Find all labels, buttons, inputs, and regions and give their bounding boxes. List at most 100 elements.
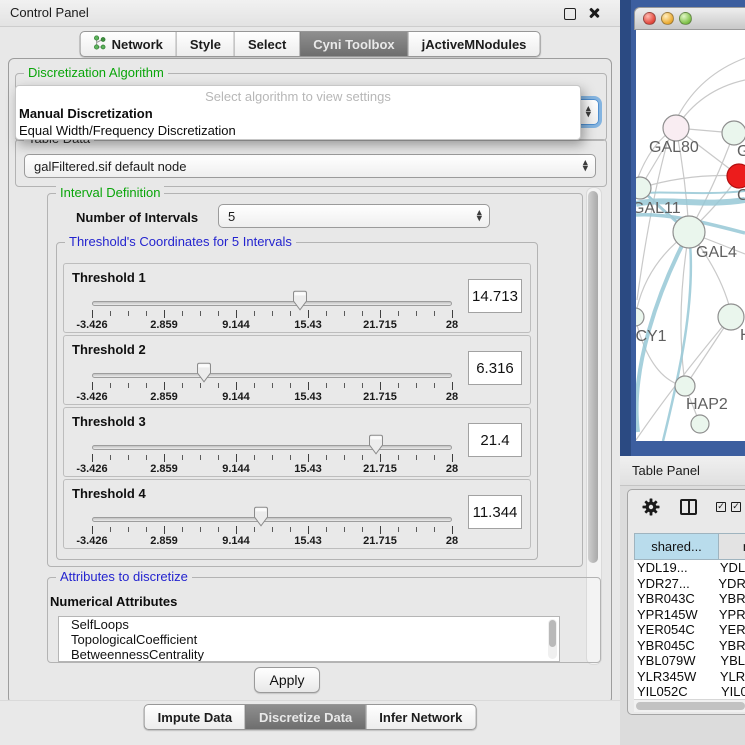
table-row[interactable]: YDR27...YDR2 xyxy=(634,576,745,592)
threshold-value-field[interactable]: 11.344 xyxy=(468,495,522,529)
slider-tick xyxy=(272,527,273,532)
slider-thumb[interactable] xyxy=(368,434,384,455)
horizontal-scrollbar[interactable] xyxy=(634,699,745,712)
checkbox-icon[interactable]: ✓ xyxy=(716,502,726,512)
slider-tick-label: 28 xyxy=(446,463,458,475)
network-node[interactable] xyxy=(691,415,709,433)
dropdown-option[interactable]: Manual Discretization xyxy=(16,105,580,122)
numerical-attributes-label: Numerical Attributes xyxy=(50,594,177,609)
cell-shared-name: YBL079W xyxy=(634,653,720,669)
slider-tick xyxy=(254,455,255,460)
table-row[interactable]: YPR145WYPR1 xyxy=(634,607,745,623)
threshold-panel: Threshold 2 6.316 -3.4262.8599.14415.432… xyxy=(63,335,531,405)
split-columns-icon[interactable] xyxy=(680,499,697,515)
slider-thumb[interactable] xyxy=(253,506,269,527)
table-row[interactable]: YER054CYER0 xyxy=(634,622,745,638)
tab-impute-data[interactable]: Impute Data xyxy=(145,705,245,729)
tab-label: jActiveMNodules xyxy=(422,37,527,52)
slider-tick xyxy=(218,383,219,388)
apply-button[interactable]: Apply xyxy=(254,667,320,693)
list-vertical-scrollbar[interactable] xyxy=(548,619,557,659)
slider-tick-label: 2.859 xyxy=(150,319,178,331)
close-traffic-light-icon[interactable] xyxy=(643,12,656,25)
tab-infer-network[interactable]: Infer Network xyxy=(365,705,475,729)
slider-tick-label: 28 xyxy=(446,319,458,331)
network-node-c[interactable] xyxy=(727,164,745,188)
network-node-label: HAP2 xyxy=(686,396,728,413)
table-row[interactable]: YDL19...YDL1 xyxy=(634,560,745,576)
tab-cyni-toolbox[interactable]: Cyni Toolbox xyxy=(299,32,407,56)
slider-tick xyxy=(416,527,417,532)
slider-tick xyxy=(326,383,327,388)
dropdown-placeholder-item[interactable]: Select algorithm to view settings xyxy=(16,88,580,105)
threshold-value-field[interactable]: 21.4 xyxy=(468,423,522,457)
minimize-traffic-light-icon[interactable] xyxy=(661,12,674,25)
slider-tick-label: 15.43 xyxy=(294,319,322,331)
attribute-list-item[interactable]: SelfLoops xyxy=(59,617,559,632)
slider-tick xyxy=(362,311,363,316)
slider-tick xyxy=(380,526,381,534)
scrollbar-thumb[interactable] xyxy=(549,620,556,647)
threshold-label: Threshold 2 xyxy=(72,342,146,357)
cyni-toolbox-panel: Discretization Algorithm ▲▼ Select algor… xyxy=(8,58,612,704)
scrollbar-thumb[interactable] xyxy=(588,191,598,563)
network-icon xyxy=(94,35,107,53)
tab-jactivemnodules[interactable]: jActiveMNodules xyxy=(408,32,540,56)
column-header-name[interactable]: n xyxy=(719,533,745,560)
slider-tick xyxy=(92,526,93,534)
slider-tick-label: 15.43 xyxy=(294,463,322,475)
slider-thumb[interactable] xyxy=(292,290,308,311)
attribute-list-item[interactable]: BetweennessCentrality xyxy=(59,647,559,662)
numerical-attributes-list[interactable]: SelfLoopsTopologicalCoefficientBetweenne… xyxy=(58,616,560,662)
tab-select[interactable]: Select xyxy=(234,32,299,56)
slider-track[interactable] xyxy=(92,517,452,522)
tab-network[interactable]: Network xyxy=(81,32,176,56)
zoom-traffic-light-icon[interactable] xyxy=(679,12,692,25)
slider-tick xyxy=(398,383,399,388)
slider-tick xyxy=(236,382,237,390)
network-node-gcy1[interactable] xyxy=(636,308,644,326)
network-node-gal80[interactable] xyxy=(663,115,689,141)
slider-tick xyxy=(218,311,219,316)
slider-tick xyxy=(146,311,147,316)
checkbox-icon[interactable]: ✓ xyxy=(731,502,741,512)
slider-tick xyxy=(146,383,147,388)
slider-tick xyxy=(290,455,291,460)
table-data-combobox[interactable]: galFiltered.sif default node ▲▼ xyxy=(24,154,596,178)
dropdown-option[interactable]: Equal Width/Frequency Discretization xyxy=(16,122,580,139)
table-body[interactable]: YDL19...YDL1YDR27...YDR2YBR043CYBR0YPR14… xyxy=(634,560,745,699)
tab-discretize-data[interactable]: Discretize Data xyxy=(245,705,365,729)
float-icon[interactable] xyxy=(564,8,576,20)
attribute-list-item[interactable]: TopologicalCoefficient xyxy=(59,632,559,647)
slider-tick-label: 21.715 xyxy=(363,463,397,475)
scrollbar-thumb[interactable] xyxy=(636,702,745,710)
slider-tick xyxy=(272,311,273,316)
number-of-intervals-combobox[interactable]: 5 ▲▼ xyxy=(218,204,490,228)
table-row[interactable]: YBR043CYBR0 xyxy=(634,591,745,607)
slider-tick xyxy=(272,455,273,460)
threshold-value-field[interactable]: 14.713 xyxy=(468,279,522,313)
cell-shared-name: YDL19... xyxy=(634,560,720,576)
table-row[interactable]: YLR345WYLR3 xyxy=(634,669,745,685)
slider-thumb[interactable] xyxy=(196,362,212,383)
cell-shared-name: YIL052C xyxy=(634,684,721,699)
table-panel: Table Panel xyxy=(620,456,745,745)
slider-track[interactable] xyxy=(92,373,452,378)
table-row[interactable]: YBL079WYBL0 xyxy=(634,653,745,669)
slider-track[interactable] xyxy=(92,301,452,306)
network-canvas[interactable]: GAL80GACGAL11GAL4GCY1HHAP2 xyxy=(636,30,745,441)
tab-style[interactable]: Style xyxy=(176,32,234,56)
combo-arrows-icon: ▲▼ xyxy=(586,107,591,118)
gear-icon[interactable] xyxy=(642,498,660,521)
close-icon[interactable] xyxy=(588,7,600,19)
network-node-label: H xyxy=(740,327,745,344)
threshold-value-field[interactable]: 6.316 xyxy=(468,351,522,385)
cell-shared-name: YBR045C xyxy=(634,638,719,654)
network-node-ga[interactable] xyxy=(722,121,745,145)
column-header-shared-name[interactable]: shared... xyxy=(634,533,719,560)
table-row[interactable]: YBR045CYBR0 xyxy=(634,638,745,654)
group-title: Attributes to discretize xyxy=(56,569,192,584)
table-row[interactable]: YIL052CYIL0 xyxy=(634,684,745,699)
slider-track[interactable] xyxy=(92,445,452,450)
network-node-hap2[interactable] xyxy=(675,376,695,396)
